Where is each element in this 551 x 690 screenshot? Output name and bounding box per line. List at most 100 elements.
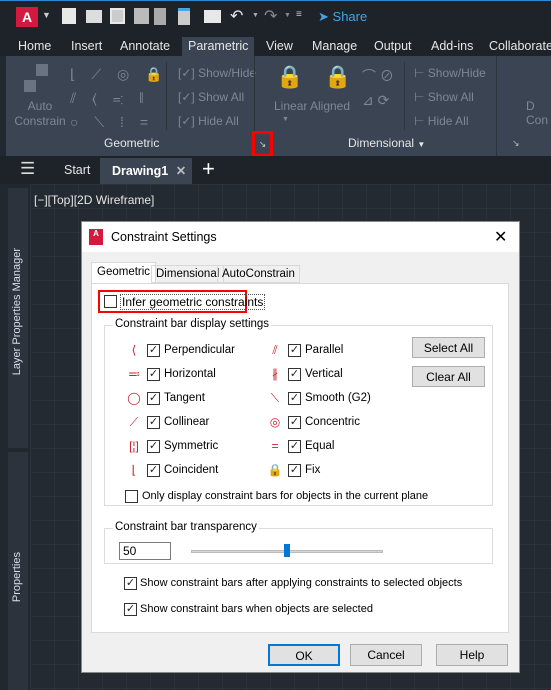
dim-show-all-button[interactable]: ⊢ Show All xyxy=(414,90,474,104)
tab-start[interactable]: Start xyxy=(64,163,90,177)
constraint-checkbox[interactable]: ✓ xyxy=(288,440,301,453)
constraint-checkbox[interactable]: ✓ xyxy=(288,464,301,477)
save-as-icon[interactable] xyxy=(134,8,149,24)
tangent-icon: ◯ xyxy=(127,391,141,405)
print-icon[interactable] xyxy=(204,10,221,23)
constraint-label[interactable]: Perpendicular xyxy=(164,344,235,356)
constraint-label[interactable]: Concentric xyxy=(305,416,360,428)
tab-collaborate[interactable]: Collaborate xyxy=(483,37,551,55)
infer-checkbox[interactable] xyxy=(104,295,117,308)
constraint-checkbox[interactable]: ✓ xyxy=(288,392,301,405)
collinear-icon: ⟋ xyxy=(129,415,139,429)
transparency-input[interactable]: 50 xyxy=(119,542,171,560)
constraint-checkbox[interactable]: ✓ xyxy=(147,368,160,381)
tab-annotate[interactable]: Annotate xyxy=(114,37,176,55)
ok-button[interactable]: OK xyxy=(268,644,340,666)
only-current-plane-checkbox[interactable] xyxy=(125,490,138,503)
tab-parametric[interactable]: Parametric xyxy=(182,37,255,56)
constraint-label[interactable]: Tangent xyxy=(164,392,205,404)
constraint-label[interactable]: Parallel xyxy=(305,344,343,356)
show-after-applying-checkbox[interactable]: ✓ xyxy=(124,577,137,590)
layer-properties-palette[interactable]: Layer Properties Manager xyxy=(8,188,28,448)
dimensional-dialog-launcher-icon[interactable]: ↘ xyxy=(512,138,520,149)
constraint-checkbox[interactable]: ✓ xyxy=(288,368,301,381)
tab-drawing1[interactable]: Drawing1 ✕ xyxy=(100,158,192,184)
tab-dimensional[interactable]: Dimensional xyxy=(151,265,225,283)
constraint-label[interactable]: Smooth (G2) xyxy=(305,392,371,404)
panel-label-dimensional[interactable]: Dimensional ▼ xyxy=(348,136,425,150)
angular-radius-icons[interactable]: ⌒ ⊘ ⊿ ⟳ xyxy=(362,64,394,112)
auto-constrain-button[interactable]: Auto Constrain xyxy=(10,99,70,129)
geometric-dialog-launcher-icon[interactable]: ↘ xyxy=(252,131,273,157)
app-logo[interactable]: A xyxy=(16,7,38,27)
app-menu-dropdown-icon[interactable]: ▼ xyxy=(42,10,51,20)
constraint-label[interactable]: Collinear xyxy=(164,416,209,428)
constraint-checkbox[interactable]: ✓ xyxy=(147,392,160,405)
cancel-button[interactable]: Cancel xyxy=(350,644,422,666)
constraint-checkbox[interactable]: ✓ xyxy=(288,344,301,357)
geo-hide-all-button[interactable]: [✓] Hide All xyxy=(178,114,239,128)
geo-show-all-button[interactable]: [✓] Show All xyxy=(178,90,244,104)
linear-button[interactable]: Linear xyxy=(274,99,307,113)
new-icon[interactable] xyxy=(62,8,76,24)
title-bar: A ▼ ↶ ▼ ↷ ▼ ≡ ➤ Share xyxy=(0,0,551,34)
clear-all-button[interactable]: Clear All xyxy=(412,366,485,387)
viewport-controls[interactable]: [−][Top][2D Wireframe] xyxy=(34,193,154,207)
constraint-checkbox[interactable]: ✓ xyxy=(147,344,160,357)
close-icon[interactable]: ✕ xyxy=(494,227,507,247)
constraint-label[interactable]: Equal xyxy=(305,440,334,452)
redo-icon[interactable]: ↷ xyxy=(264,6,277,26)
constraint-checkbox[interactable]: ✓ xyxy=(147,440,160,453)
tab-manage[interactable]: Manage xyxy=(306,37,363,55)
constraint-checkbox[interactable]: ✓ xyxy=(147,416,160,429)
properties-palette[interactable]: Properties xyxy=(8,452,28,690)
redo-dropdown-icon[interactable]: ▼ xyxy=(284,12,291,19)
undo-icon[interactable]: ↶ xyxy=(230,6,243,26)
parallel-icon: ⫽ xyxy=(272,343,278,357)
select-all-button[interactable]: Select All xyxy=(412,337,485,358)
constraint-checkbox[interactable]: ✓ xyxy=(147,464,160,477)
tab-output[interactable]: Output xyxy=(368,37,418,55)
constraint-label[interactable]: Fix xyxy=(305,464,320,476)
aligned-button[interactable]: Aligned xyxy=(310,99,350,113)
close-tab-icon[interactable]: ✕ xyxy=(176,164,186,178)
customize-toolbar-icon[interactable]: ≡ xyxy=(296,9,302,20)
new-tab-icon[interactable]: + xyxy=(202,156,215,182)
tab-add-ins[interactable]: Add-ins xyxy=(425,37,479,55)
constraint-checkbox[interactable]: ✓ xyxy=(288,416,301,429)
show-when-selected-label[interactable]: Show constraint bars when objects are se… xyxy=(140,603,373,615)
tab-geometric[interactable]: Geometric xyxy=(91,262,157,284)
export-icon[interactable] xyxy=(178,8,190,25)
dialog-title-bar[interactable]: A Constraint Settings ✕ xyxy=(82,222,519,252)
only-current-plane-label[interactable]: Only display constraint bars for objects… xyxy=(142,490,428,502)
geometric-constraint-icons[interactable]: ⌊ ⟋ ◎ 🔒 ⫽ ⟨ ≕ ∥ ○ ⟍ ⁞ = xyxy=(70,62,169,134)
show-after-applying-label[interactable]: Show constraint bars after applying cons… xyxy=(140,577,462,589)
tab-home[interactable]: Home xyxy=(12,37,57,55)
dim-show-hide-button[interactable]: ⊢ Show/Hide xyxy=(414,66,486,80)
tab-autoconstrain[interactable]: AutoConstrain xyxy=(217,265,300,283)
constraint-label[interactable]: Horizontal xyxy=(164,368,216,380)
tab-view[interactable]: View xyxy=(260,37,299,55)
constraint-label[interactable]: Coincident xyxy=(164,464,218,476)
transparency-label: Constraint bar transparency xyxy=(113,521,259,533)
geo-show-hide-button[interactable]: [✓] Show/Hide xyxy=(178,66,256,80)
dim-hide-all-button[interactable]: ⊢ Hide All xyxy=(414,114,468,128)
ribbon-tabs: Home Insert Annotate Parametric View Man… xyxy=(0,34,551,56)
constraint-label[interactable]: Vertical xyxy=(305,368,343,380)
linear-dropdown-icon[interactable]: ▼ xyxy=(282,116,289,123)
menu-icon[interactable]: ☰ xyxy=(20,159,35,179)
open-icon[interactable] xyxy=(86,10,102,23)
save-icon[interactable] xyxy=(110,8,125,24)
tab-insert[interactable]: Insert xyxy=(65,37,108,55)
show-when-selected-checkbox[interactable]: ✓ xyxy=(124,603,137,616)
infer-label[interactable]: Infer geometric constraints xyxy=(120,294,266,310)
constraint-label[interactable]: Symmetric xyxy=(164,440,218,452)
linear-lock-icon: 🔒 xyxy=(276,64,304,89)
publish-icon[interactable] xyxy=(154,8,166,25)
transparency-slider-thumb[interactable] xyxy=(284,544,290,557)
show-all-icon: ⊢ xyxy=(414,90,425,104)
undo-dropdown-icon[interactable]: ▼ xyxy=(252,12,259,19)
share-button[interactable]: ➤ Share xyxy=(318,9,367,25)
delete-constraints-button[interactable]: D Con xyxy=(526,99,548,127)
help-button[interactable]: Help xyxy=(436,644,508,666)
